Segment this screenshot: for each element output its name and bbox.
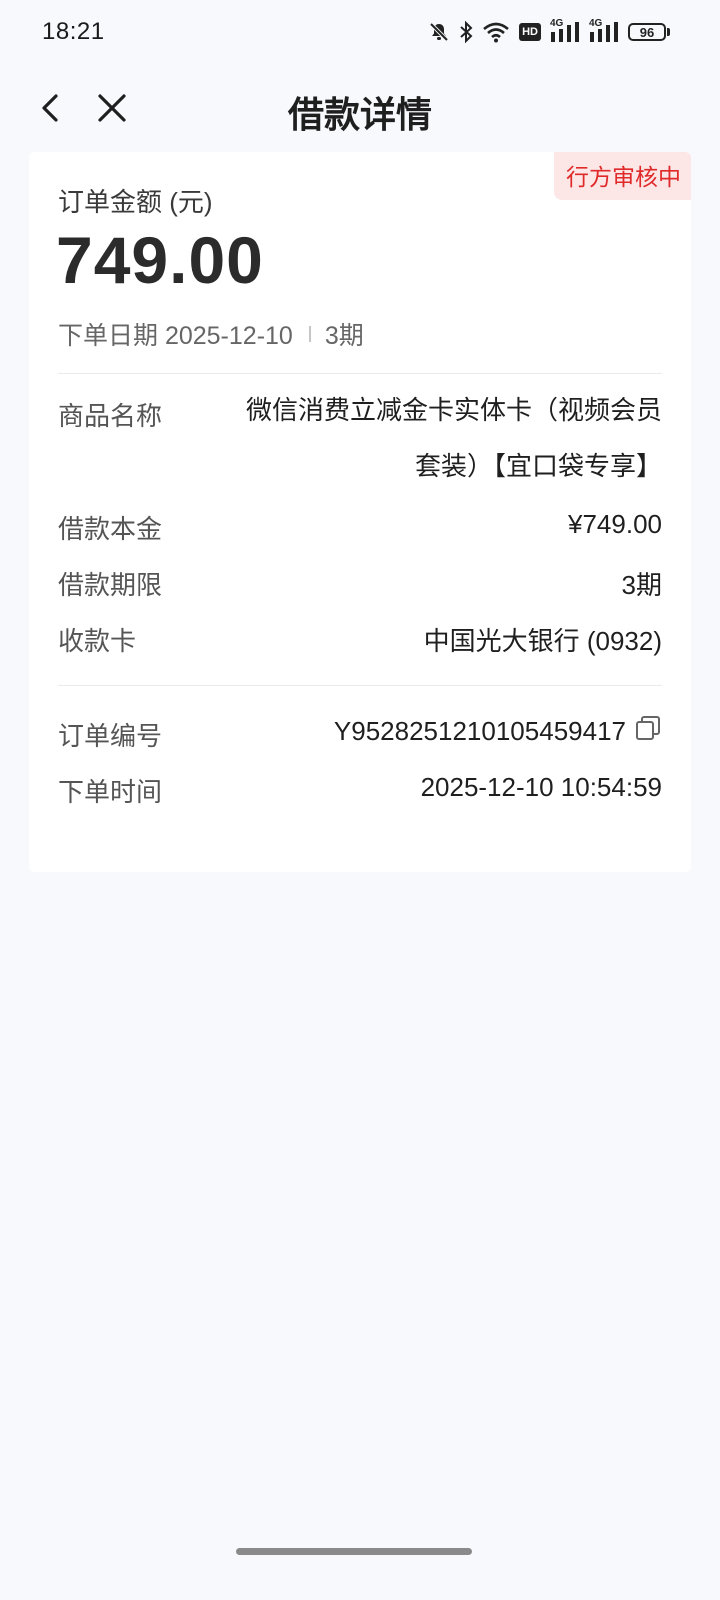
row-label: 借款本金 bbox=[58, 514, 163, 544]
amount-value: 749.00 bbox=[56, 223, 264, 297]
detail-row-product: 商品名称 微信消费立减金卡实体卡（视频会员套装）【宜口袋专享】 bbox=[58, 395, 662, 506]
status-icons: HD 4G 4G 96 bbox=[428, 18, 670, 46]
detail-row-receiving-card: 收款卡 中国光大银行 (0932) bbox=[58, 621, 662, 656]
row-label: 商品名称 bbox=[58, 401, 163, 431]
term-short: 3期 bbox=[324, 322, 364, 350]
detail-row-order-time: 下单时间 2025-12-10 10:54:59 bbox=[58, 772, 662, 807]
detail-row-term: 借款期限 3期 bbox=[58, 565, 662, 600]
home-indicator[interactable] bbox=[236, 1548, 472, 1555]
status-bar: 18:21 HD 4G 4G 96 bbox=[0, 0, 720, 64]
row-value: 3期 bbox=[621, 570, 662, 600]
row-label: 订单编号 bbox=[58, 721, 163, 751]
row-label: 收款卡 bbox=[58, 626, 137, 656]
battery-icon: 96 bbox=[628, 23, 670, 41]
loan-detail-card: 行方审核中 订单金额 (元) 749.00 下单日期 2025-12-10 3期… bbox=[29, 152, 691, 872]
bell-off-icon bbox=[428, 21, 450, 43]
wifi-icon bbox=[482, 21, 510, 43]
divider bbox=[58, 373, 662, 374]
detail-row-order-number: 订单编号 Y9528251210105459417 bbox=[58, 714, 662, 752]
amount-label: 订单金额 (元) bbox=[58, 187, 213, 217]
bluetooth-icon bbox=[459, 21, 473, 43]
status-time: 18:21 bbox=[42, 18, 105, 45]
page-title: 借款详情 bbox=[287, 94, 432, 135]
order-date: 下单日期 2025-12-10 bbox=[58, 322, 293, 350]
order-date-line: 下单日期 2025-12-10 3期 bbox=[58, 316, 364, 352]
signal-4g-icon: 4G bbox=[589, 18, 619, 43]
row-value: 中国光大银行 (0932) bbox=[423, 626, 662, 656]
row-value: 2025-12-10 10:54:59 bbox=[420, 772, 662, 802]
separator bbox=[308, 326, 311, 342]
hd-icon: HD bbox=[519, 23, 541, 41]
nav-bar: 借款详情 bbox=[0, 64, 720, 152]
row-value: 微信消费立减金卡实体卡（视频会员套装）【宜口袋专享】 bbox=[245, 395, 662, 481]
row-value: ¥749.00 bbox=[568, 509, 662, 539]
copy-icon[interactable] bbox=[634, 714, 662, 749]
detail-row-principal: 借款本金 ¥749.00 bbox=[58, 509, 662, 544]
signal-4g-icon: 4G bbox=[550, 18, 580, 43]
order-number: Y9528251210105459417 bbox=[333, 716, 626, 746]
row-label: 下单时间 bbox=[58, 777, 163, 807]
status-badge: 行方审核中 bbox=[554, 152, 691, 200]
row-label: 借款期限 bbox=[58, 570, 163, 600]
divider bbox=[58, 685, 662, 686]
row-value: Y9528251210105459417 bbox=[333, 714, 662, 749]
